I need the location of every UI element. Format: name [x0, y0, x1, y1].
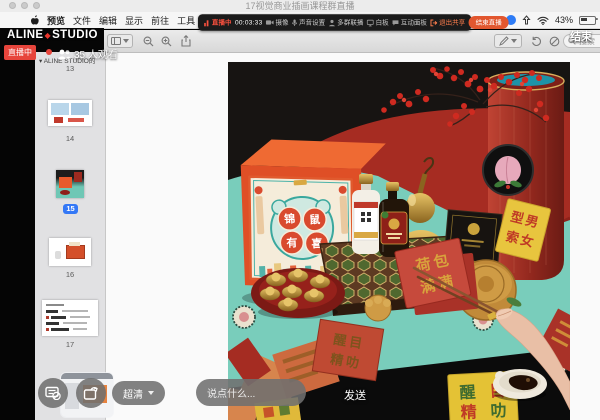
thumbnail-page-17[interactable]	[42, 300, 98, 336]
microphone-icon	[292, 19, 297, 26]
camera-icon	[266, 19, 274, 25]
end-live-button[interactable]: 结束直播	[469, 16, 509, 29]
quality-label: 超清	[123, 386, 143, 401]
preview-sidebar: ▾ ALINE STUDIO的 13 14 15 16 17	[35, 52, 106, 420]
record-dot-icon	[46, 49, 52, 55]
svg-text:锦: 锦	[284, 211, 296, 226]
apple-menu-icon[interactable]	[30, 15, 39, 25]
preview-toolbar: 搜索	[35, 30, 600, 53]
delete-button[interactable]	[545, 34, 563, 48]
zoom-in-icon	[161, 36, 172, 47]
thumbnail-page-15[interactable]	[56, 170, 84, 198]
close-window-button[interactable]	[9, 2, 16, 9]
menu-preview[interactable]: 预览	[47, 14, 65, 27]
markup-pen-icon	[499, 36, 509, 46]
menu-tools[interactable]: 工具	[177, 14, 195, 27]
stream-control-bar: 直播中 00:03:33 摄像 声音设置 多群联播 白板 互动面板 退出共享 结…	[198, 14, 471, 31]
plate-of-gold-ingots	[251, 268, 345, 319]
person-icon	[329, 19, 336, 26]
zoom-out-icon	[143, 36, 154, 47]
switch-window-icon	[83, 386, 99, 401]
menu-file[interactable]: 文件	[73, 14, 91, 27]
rotate-button[interactable]	[527, 34, 545, 48]
delete-icon	[549, 36, 560, 47]
zoom-out-button[interactable]	[139, 34, 157, 48]
brand-logo: ALINE◆STUDIO	[7, 29, 98, 41]
chat-overlay-toggle-button[interactable]	[38, 378, 68, 408]
live-signal-icon	[204, 19, 210, 26]
chevron-down-icon	[511, 39, 517, 43]
svg-text:有: 有	[286, 235, 298, 250]
brand-right: STUDIO	[52, 29, 98, 41]
page-number-17: 17	[35, 340, 105, 349]
svg-text:鼠: 鼠	[309, 212, 321, 227]
svg-text:精: 精	[460, 402, 477, 420]
vase-medallion	[483, 145, 533, 195]
page-number-14: 14	[35, 134, 105, 143]
window-share-button[interactable]	[76, 378, 106, 408]
chevron-down-icon	[123, 39, 129, 43]
quality-button[interactable]: 超清	[112, 381, 165, 405]
battery-icon	[579, 16, 596, 25]
page-number-13: 13	[35, 64, 105, 73]
chat-bubble-icon	[392, 19, 399, 26]
battery-percent: 43%	[555, 15, 573, 25]
sidebar-view-icon	[111, 37, 121, 45]
interaction-panel-button[interactable]: 互动面板	[392, 18, 427, 28]
comment-off-icon	[45, 386, 61, 400]
whiteboard-icon	[367, 19, 374, 26]
wifi-icon[interactable]	[537, 16, 549, 25]
live-status: 直播中	[204, 18, 231, 28]
camera-button[interactable]: 摄像	[266, 18, 289, 28]
audio-settings-button[interactable]: 声音设置	[292, 18, 325, 28]
multigroup-button[interactable]: 多群联播	[329, 18, 364, 28]
upload-status-icon[interactable]	[522, 15, 531, 25]
live-badge: 直播中	[4, 45, 36, 60]
slide-photo: 锦 鼠 有 喜	[228, 62, 570, 420]
gold-pastry	[365, 295, 391, 321]
soy-sauce-dish	[493, 369, 547, 401]
chat-input[interactable]: 说点什么...	[196, 379, 306, 406]
viewers-icon	[58, 49, 71, 59]
zoom-window-button[interactable]	[33, 2, 40, 9]
rotate-left-icon	[531, 36, 542, 47]
whiteboard-button[interactable]: 白板	[367, 18, 389, 28]
svg-text:醒: 醒	[459, 382, 476, 402]
window-title: 17视觉商业插画课程群直播	[0, 0, 600, 12]
exit-icon	[430, 19, 437, 26]
share-button[interactable]	[177, 34, 195, 48]
stream-timer: 00:03:33	[235, 19, 263, 27]
menu-go[interactable]: 前往	[151, 14, 169, 27]
end-button[interactable]: 结束	[570, 28, 592, 44]
chevron-down-icon	[148, 391, 154, 395]
share-icon	[181, 35, 191, 47]
exit-share-button[interactable]: 退出共享	[430, 18, 465, 28]
svg-text:叻: 叻	[490, 401, 507, 420]
send-button[interactable]: 发送	[344, 387, 366, 403]
minimize-window-button[interactable]	[21, 2, 28, 9]
thumbnail-page-16[interactable]	[49, 238, 91, 266]
chat-placeholder: 说点什么...	[207, 385, 255, 400]
menu-view[interactable]: 显示	[125, 14, 143, 27]
page-number-16: 16	[35, 270, 105, 279]
markup-button[interactable]	[494, 34, 522, 48]
zoom-in-button[interactable]	[157, 34, 175, 48]
brand-mark-icon: ◆	[45, 31, 52, 40]
menu-edit[interactable]: 编辑	[99, 14, 117, 27]
desktop-background	[0, 28, 35, 420]
page-number-15-selected: 15	[63, 204, 78, 214]
viewer-count: 35 人观看	[58, 46, 118, 61]
thumbnail-page-14[interactable]	[48, 100, 92, 126]
brand-left: ALINE	[7, 29, 44, 41]
